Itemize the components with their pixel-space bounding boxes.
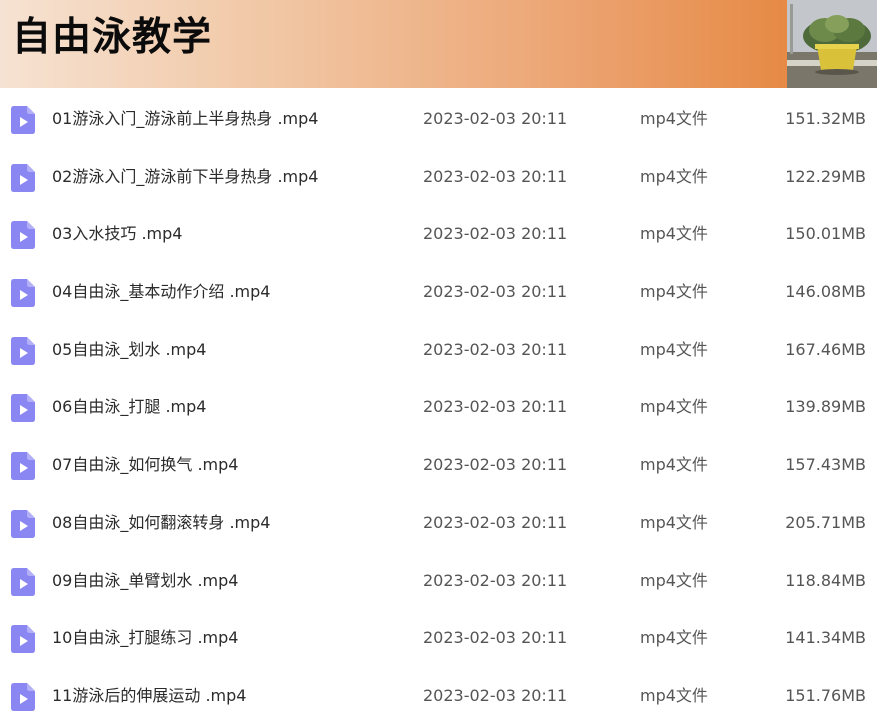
video-file-icon [11,509,35,538]
video-file-icon [11,336,35,365]
file-list: 01游泳入门_游泳前上半身热身 .mp4 2023-02-03 20:11 mp4文… [0,90,877,725]
video-file-icon [11,567,35,596]
file-name[interactable]: 08自由泳_如何翻滚转身 .mp4 [52,494,270,552]
file-type: mp4文件 [640,339,708,359]
file-date: 2023-02-03 20:11 [423,570,568,590]
video-file-icon [11,106,35,134]
video-file-icon [11,682,35,711]
file-name[interactable]: 05自由泳_划水 .mp4 [52,321,206,379]
potted-plant-photo [787,0,877,88]
file-row[interactable]: 08自由泳_如何翻滚转身 .mp4 2023-02-03 20:11 mp4文件 20… [0,494,877,552]
file-date: 2023-02-03 20:11 [423,339,568,359]
video-file-icon [11,394,35,423]
file-name[interactable]: 09自由泳_单臂划水 .mp4 [52,552,238,610]
file-date: 2023-02-03 20:11 [423,455,568,475]
file-row[interactable]: 06自由泳_打腿 .mp4 2023-02-03 20:11 mp4文件 139.89… [0,378,877,436]
file-row[interactable]: 07自由泳_如何换气 .mp4 2023-02-03 20:11 mp4文件 157.… [0,436,877,494]
file-type: mp4文件 [640,166,708,186]
file-date: 2023-02-03 20:11 [423,224,568,244]
file-row[interactable]: 09自由泳_单臂划水 .mp4 2023-02-03 20:11 mp4文件 118.… [0,552,877,610]
file-name[interactable]: 06自由泳_打腿 .mp4 [52,378,206,436]
file-date: 2023-02-03 20:11 [423,512,568,532]
file-row[interactable]: 10自由泳_打腿练习 .mp4 2023-02-03 20:11 mp4文件 141.… [0,609,877,667]
file-size: 139.89MB [785,397,866,417]
file-size: 141.34MB [785,628,866,648]
file-name[interactable]: 01游泳入门_游泳前上半身热身 .mp4 [52,90,318,148]
file-size: 151.32MB [785,109,866,128]
video-file-icon [11,221,35,250]
file-row[interactable]: 04自由泳_基本动作介绍 .mp4 2023-02-03 20:11 mp4文件 14… [0,263,877,321]
file-date: 2023-02-03 20:11 [423,397,568,417]
file-name[interactable]: 07自由泳_如何换气 .mp4 [52,436,238,494]
file-name[interactable]: 11游泳后的伸展运动 .mp4 [52,667,246,725]
file-type: mp4文件 [640,224,708,244]
file-date: 2023-02-03 20:11 [423,109,568,128]
file-name[interactable]: 02游泳入门_游泳前下半身热身 .mp4 [52,148,318,206]
file-type: mp4文件 [640,512,708,532]
file-size: 167.46MB [785,339,866,359]
file-row[interactable]: 02游泳入门_游泳前下半身热身 .mp4 2023-02-03 20:11 mp4文… [0,148,877,206]
page-title: 自由泳教学 [12,15,213,60]
file-row[interactable]: 11游泳后的伸展运动 .mp4 2023-02-03 20:11 mp4文件 151.… [0,667,877,725]
file-size: 118.84MB [785,570,866,590]
file-name[interactable]: 03入水技巧 .mp4 [52,205,182,263]
file-size: 150.01MB [785,224,866,244]
file-size: 157.43MB [785,455,866,475]
file-date: 2023-02-03 20:11 [423,628,568,648]
file-type: mp4文件 [640,455,708,475]
file-size: 151.76MB [785,685,866,705]
file-type: mp4文件 [640,109,708,128]
file-name[interactable]: 10自由泳_打腿练习 .mp4 [52,609,238,667]
header-banner: 自由泳教学 [0,0,877,88]
file-type: mp4文件 [640,570,708,590]
file-size: 205.71MB [785,512,866,532]
file-type: mp4文件 [640,685,708,705]
file-row[interactable]: 03入水技巧 .mp4 2023-02-03 20:11 mp4文件 150.01MB [0,205,877,263]
plant-photo-illustration [787,0,877,88]
file-type: mp4文件 [640,397,708,417]
file-date: 2023-02-03 20:11 [423,282,568,302]
video-file-icon [11,163,35,192]
file-date: 2023-02-03 20:11 [423,685,568,705]
file-type: mp4文件 [640,628,708,648]
video-file-icon [11,279,35,308]
file-name[interactable]: 04自由泳_基本动作介绍 .mp4 [52,263,270,321]
file-type: mp4文件 [640,282,708,302]
file-size: 146.08MB [785,282,866,302]
file-size: 122.29MB [785,166,866,186]
file-date: 2023-02-03 20:11 [423,166,568,186]
file-row[interactable]: 01游泳入门_游泳前上半身热身 .mp4 2023-02-03 20:11 mp4文… [0,90,877,148]
file-row[interactable]: 05自由泳_划水 .mp4 2023-02-03 20:11 mp4文件 167.46… [0,321,877,379]
video-file-icon [11,452,35,481]
video-file-icon [11,625,35,654]
